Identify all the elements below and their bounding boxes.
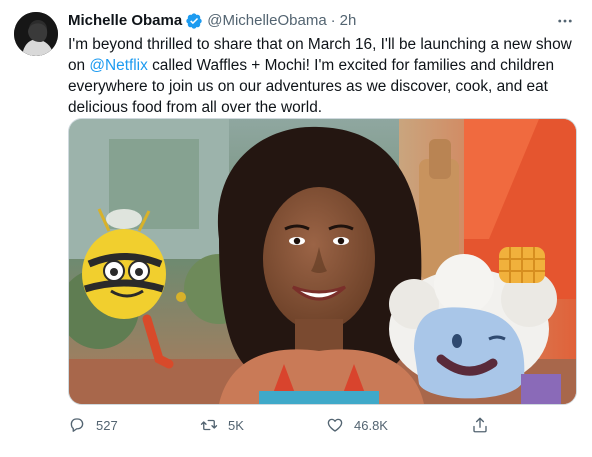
- tweet-line-4: delicious food from all over the world.: [68, 97, 580, 118]
- tweet-card[interactable]: Michelle Obama @MichelleObama · 2h I'm b…: [0, 0, 592, 457]
- avatar-image: [14, 12, 58, 56]
- heart-icon: [327, 418, 343, 432]
- avatar[interactable]: [14, 12, 58, 56]
- retweet-button[interactable]: 5K: [200, 416, 244, 434]
- like-button[interactable]: 46.8K: [326, 416, 388, 434]
- tweet-actions: 527 5K 46.8K: [68, 413, 548, 437]
- mention-link[interactable]: @Netflix: [89, 57, 147, 74]
- separator-dot: ·: [330, 12, 336, 29]
- tweet-text: I'm beyond thrilled to share that on Mar…: [68, 34, 580, 118]
- tweet-media-photo[interactable]: [68, 118, 577, 405]
- tweet-line-3: everywhere to join us on our adventures …: [68, 76, 580, 97]
- reply-count: 527: [96, 417, 118, 433]
- like-count: 46.8K: [354, 417, 388, 433]
- tweet-text-segment: I'm beyond thrilled to share that on Mar…: [68, 36, 572, 53]
- tweet-line-1: I'm beyond thrilled to share that on Mar…: [68, 34, 580, 55]
- reply-icon: [70, 418, 84, 432]
- author-name[interactable]: Michelle Obama: [68, 11, 182, 31]
- tweet-header: Michelle Obama @MichelleObama · 2h: [68, 11, 552, 31]
- author-handle[interactable]: @MichelleObama: [207, 11, 326, 31]
- photo-illustration: [69, 119, 576, 404]
- tweet-text-segment: everywhere to join us on our adventures …: [68, 78, 548, 95]
- tweet-text-segment: on: [68, 57, 90, 74]
- tweet-text-segment: delicious food from all over the world.: [68, 99, 323, 116]
- retweet-icon: [200, 419, 218, 431]
- verified-badge-icon: [185, 12, 203, 30]
- more-options-icon[interactable]: [554, 10, 576, 32]
- share-button[interactable]: [471, 416, 489, 434]
- reply-button[interactable]: 527: [68, 416, 118, 434]
- tweet-text-segment: called Waffles + Mochi! I'm excited for …: [147, 57, 555, 74]
- tweet-timestamp[interactable]: 2h: [340, 11, 357, 31]
- retweet-count: 5K: [228, 417, 244, 433]
- tweet-line-2: on @Netflix called Waffles + Mochi! I'm …: [68, 55, 580, 76]
- share-icon: [473, 417, 487, 433]
